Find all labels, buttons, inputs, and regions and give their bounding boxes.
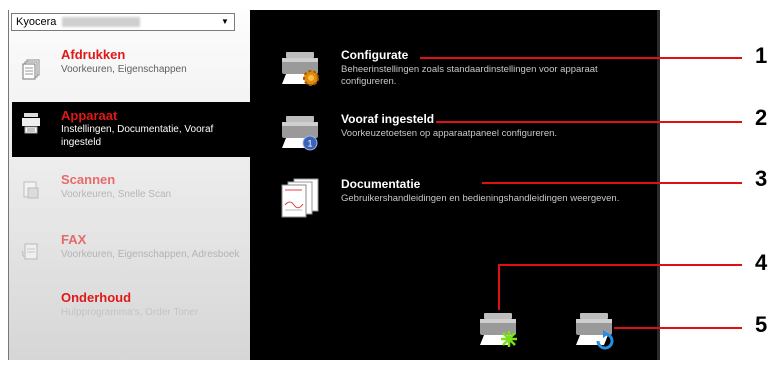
sidebar-item-apparaat[interactable]: Apparaat Instellingen, Documentatie, Voo…	[12, 102, 250, 157]
sidebar-item-subtitle: Hulpprogramma's, Order Toner	[61, 307, 199, 318]
sidebar-item-subtitle: Instellingen, Documentatie, Vooraf inges…	[61, 124, 214, 148]
sidebar-item-subtitle: Voorkeuren, Eigenschappen, Adresboek	[61, 249, 240, 260]
sidebar-item-subtitle: Voorkeuren, Snelle Scan	[61, 189, 172, 200]
chevron-down-icon[interactable]: ▼	[218, 15, 232, 29]
manuals-icon	[280, 177, 322, 219]
window-edge	[657, 10, 660, 360]
svg-text:1: 1	[307, 139, 312, 149]
sidebar-item-fax[interactable]: FAX Voorkeuren, Eigenschappen, Adresboek	[9, 232, 250, 282]
printer-gear-icon	[280, 48, 322, 90]
action-title: Vooraf ingesteld	[341, 112, 435, 126]
sidebar-item-scannen[interactable]: Scannen Voorkeuren, Snelle Scan	[9, 172, 250, 210]
callout-line-4	[498, 264, 742, 266]
callout-number-1: 1	[755, 43, 768, 68]
sidebar-item-subtitle: Voorkeuren, Eigenschappen	[61, 64, 187, 75]
action-description: Gebruikershandleidingen en bedieningshan…	[341, 193, 620, 204]
action-title: Configurate	[341, 48, 409, 62]
callout-line-4-vertical	[498, 264, 500, 310]
sidebar-item-title: Afdrukken	[61, 47, 126, 62]
callout-line-2	[436, 121, 742, 123]
callout-line-3	[482, 182, 742, 184]
printer-preset-icon: 1	[280, 112, 322, 154]
scanner-icon	[22, 180, 40, 202]
action-description: Beheerinstellingen zoals standaardinstel…	[341, 64, 598, 87]
callout-number-5: 5	[755, 312, 768, 337]
callout-number-2: 2	[755, 105, 768, 130]
callout-line-1	[420, 57, 742, 59]
callout-line-5	[614, 327, 742, 329]
sidebar-item-afdrukken[interactable]: Afdrukken Voorkeuren, Eigenschappen	[9, 47, 250, 89]
callout-number-4: 4	[755, 250, 768, 275]
sidebar-item-onderhoud[interactable]: Onderhoud Hulpprogramma's, Order Toner	[9, 290, 250, 330]
sidebar-item-title: FAX	[61, 232, 87, 247]
document-icon	[22, 59, 40, 81]
device-select-value: Kyocera	[16, 16, 57, 28]
printer-add-icon[interactable]	[478, 309, 520, 351]
callout-number-3: 3	[755, 166, 768, 191]
sidebar-item-title: Apparaat	[61, 108, 118, 123]
action-documentatie[interactable]: Documentatie Gebruikershandleidingen en …	[280, 177, 640, 227]
action-vooraf-ingesteld[interactable]: 1 Vooraf ingesteld Voorkeuzetoetsen op a…	[280, 112, 640, 157]
device-select[interactable]: Kyocera ▼	[11, 13, 235, 31]
device-model-blurred	[62, 17, 140, 27]
sidebar-item-title: Onderhoud	[61, 290, 132, 305]
action-configurate[interactable]: Configurate Beheerinstellingen zoals sta…	[280, 48, 640, 98]
action-description: Voorkeuzetoetsen op apparaatpaneel confi…	[341, 128, 558, 139]
sidebar-item-title: Scannen	[61, 172, 116, 187]
printer-refresh-icon[interactable]	[574, 309, 616, 351]
fax-icon	[22, 242, 40, 264]
device-icon	[22, 112, 40, 134]
action-title: Documentatie	[341, 177, 421, 191]
